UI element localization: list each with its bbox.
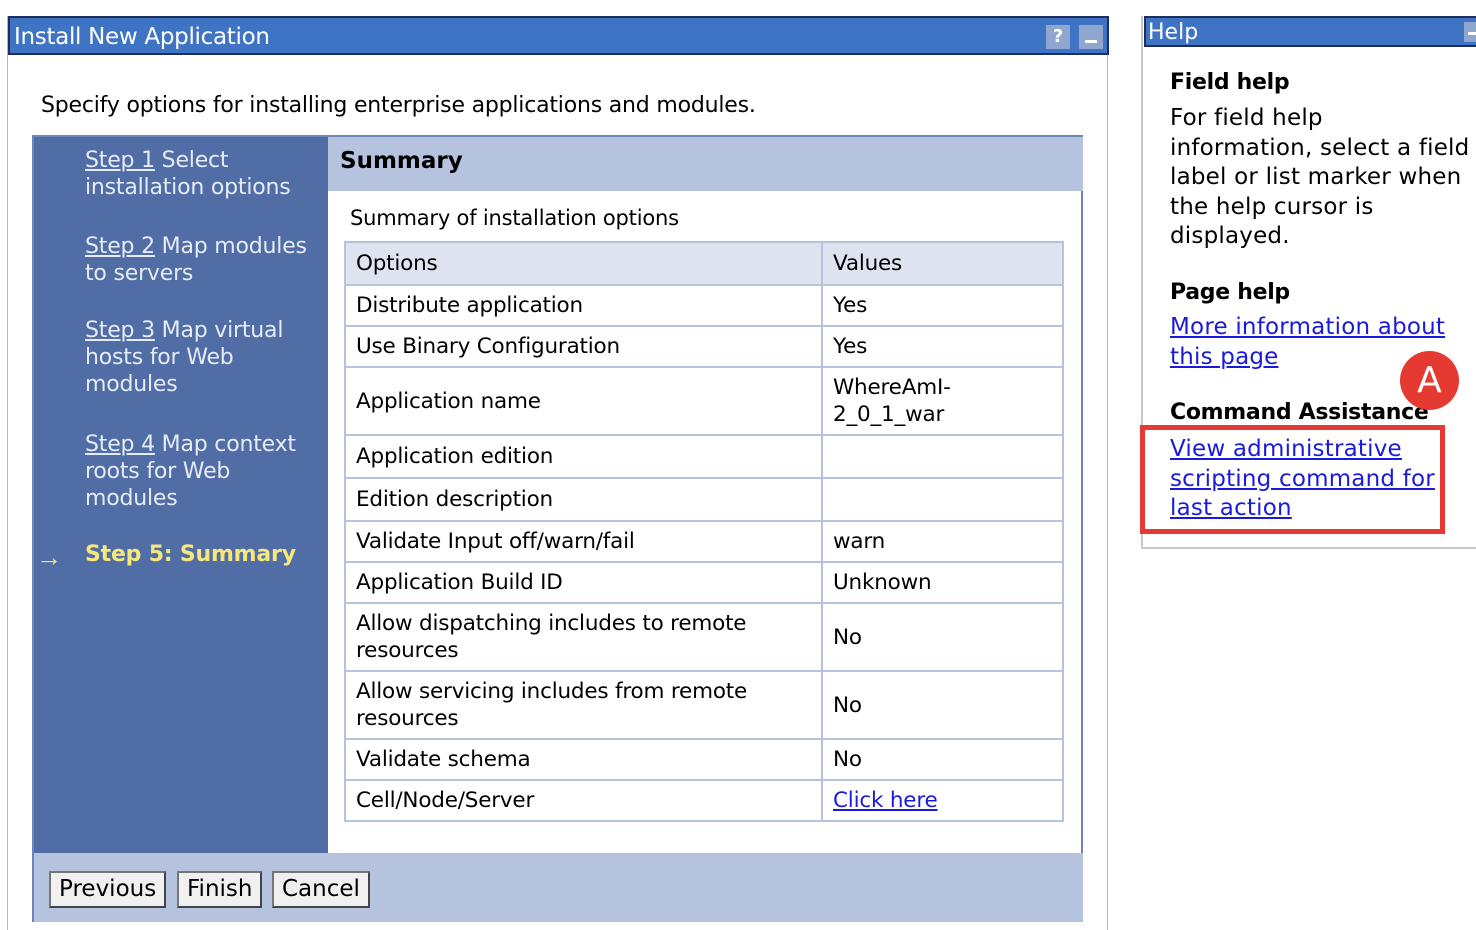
summary-header: Summary <box>328 137 1083 191</box>
option-line2: resources <box>356 706 459 731</box>
portlet-title: Install New Application <box>14 24 270 50</box>
option-cell: Application Build ID <box>344 561 823 604</box>
install-wizard: Step 1 Select installation options Step … <box>32 135 1083 922</box>
option-cell: Validate Input off/warn/fail <box>344 520 823 563</box>
value-cell <box>821 477 1064 522</box>
table-row: Allow servicing includes from remote reso… <box>344 670 1064 740</box>
value-line2: 2_0_1_war <box>833 402 945 427</box>
step-4-label-line2: roots for Web <box>85 459 231 484</box>
table-row: Application name WhereAmI- 2_0_1_war <box>344 366 1064 436</box>
finish-button[interactable]: Finish <box>177 871 263 908</box>
step-4-link[interactable]: Step 4 <box>85 432 155 457</box>
previous-button[interactable]: Previous <box>49 871 167 908</box>
value-cell: warn <box>821 520 1064 563</box>
option-line1: Allow dispatching includes to remote <box>356 611 747 636</box>
step-1-link[interactable]: Step 1 <box>85 148 155 173</box>
option-cell: Application edition <box>344 434 823 479</box>
page-help-link[interactable]: More information about this page <box>1170 313 1445 372</box>
step-2-label-line2: to servers <box>85 261 194 286</box>
help-minimize-icon[interactable] <box>1464 22 1476 42</box>
command-assistance-heading: Command Assistance <box>1170 400 1429 425</box>
summary-title: Summary <box>340 148 463 174</box>
current-step-arrow-icon: → <box>36 542 62 572</box>
value-cell: Unknown <box>821 561 1064 604</box>
table-row: Validate schema No <box>344 738 1064 781</box>
table-row: Cell/Node/Server Click here <box>344 779 1064 822</box>
cancel-button[interactable]: Cancel <box>272 871 370 908</box>
table-row: Allow dispatching includes to remote reso… <box>344 602 1064 672</box>
field-help-text: For field help information, select a fie… <box>1170 105 1470 249</box>
page-help-link-line2: this page <box>1170 343 1279 370</box>
step-4: Step 4 Map context roots for Web modules <box>85 431 296 512</box>
summary-caption: Summary of installation options <box>350 206 679 230</box>
option-cell: Distribute application <box>344 284 823 327</box>
annotation-badge: A <box>1400 351 1459 410</box>
step-1-label-line1: Select <box>154 148 229 173</box>
field-help-heading: Field help <box>1170 70 1290 95</box>
wizard-button-bar: Previous Finish Cancel <box>34 853 1083 922</box>
option-cell: Edition description <box>344 477 823 522</box>
value-cell: Yes <box>821 284 1064 327</box>
option-line2: resources <box>356 638 459 663</box>
wizard-steps-pane: Step 1 Select installation options Step … <box>34 137 328 853</box>
value-cell: No <box>821 670 1064 740</box>
option-cell: Application name <box>344 366 823 436</box>
option-cell: Allow dispatching includes to remote reso… <box>344 602 823 672</box>
table-row: Distribute application Yes <box>344 284 1064 327</box>
page-description: Specify options for installing enterpris… <box>41 93 756 118</box>
page-help-link-line1: More information about <box>1170 314 1446 340</box>
step-3-link[interactable]: Step 3 <box>85 318 155 343</box>
option-cell: Use Binary Configuration <box>344 325 823 368</box>
annotation-highlight-box <box>1140 425 1445 534</box>
help-titlebar: Help <box>1144 16 1476 47</box>
option-line1: Allow servicing includes from remote <box>356 679 748 704</box>
value-cell: Yes <box>821 325 1064 368</box>
cell-node-server-link[interactable]: Click here <box>833 788 938 813</box>
step-4-label-line1: Map context <box>154 432 296 457</box>
table-row: Application Build ID Unknown <box>344 561 1064 604</box>
step-2: Step 2 Map modules to servers <box>85 233 307 287</box>
value-cell: Click here <box>821 779 1064 822</box>
table-row: Application edition <box>344 434 1064 479</box>
step-2-label-line1: Map modules <box>154 234 307 259</box>
table-row: Edition description <box>344 477 1064 522</box>
step-4-label-line3: modules <box>85 486 178 511</box>
step-3-label-line2: hosts for Web <box>85 345 234 370</box>
step-3-label-line3: modules <box>85 372 178 397</box>
value-line1: WhereAmI- <box>833 375 951 400</box>
table-row: Validate Input off/warn/fail warn <box>344 520 1064 563</box>
option-cell: Allow servicing includes from remote reso… <box>344 670 823 740</box>
portlet-titlebar: Install New Application ? <box>8 16 1109 55</box>
minimize-icon[interactable] <box>1079 25 1103 49</box>
step-3: Step 3 Map virtual hosts for Web modules <box>85 317 283 398</box>
option-cell: Cell/Node/Server <box>344 779 823 822</box>
table-header-row: Options Values <box>344 241 1064 286</box>
value-cell: WhereAmI- 2_0_1_war <box>821 366 1064 436</box>
step-5-current: Step 5: Summary <box>85 542 296 567</box>
table-row: Use Binary Configuration Yes <box>344 325 1064 368</box>
option-cell: Validate schema <box>344 738 823 781</box>
step-1: Step 1 Select installation options <box>85 147 291 201</box>
column-header-values: Values <box>821 241 1064 286</box>
value-cell <box>821 434 1064 479</box>
summary-table: Options Values Distribute application Ye… <box>344 241 1064 822</box>
page-help-heading: Page help <box>1170 280 1290 305</box>
step-1-label-line2: installation options <box>85 175 291 200</box>
value-cell: No <box>821 738 1064 781</box>
column-header-options: Options <box>344 241 823 286</box>
step-2-link[interactable]: Step 2 <box>85 234 155 259</box>
value-cell: No <box>821 602 1064 672</box>
step-3-label-line1: Map virtual <box>154 318 284 343</box>
help-icon[interactable]: ? <box>1046 25 1070 49</box>
help-title: Help <box>1148 20 1199 45</box>
